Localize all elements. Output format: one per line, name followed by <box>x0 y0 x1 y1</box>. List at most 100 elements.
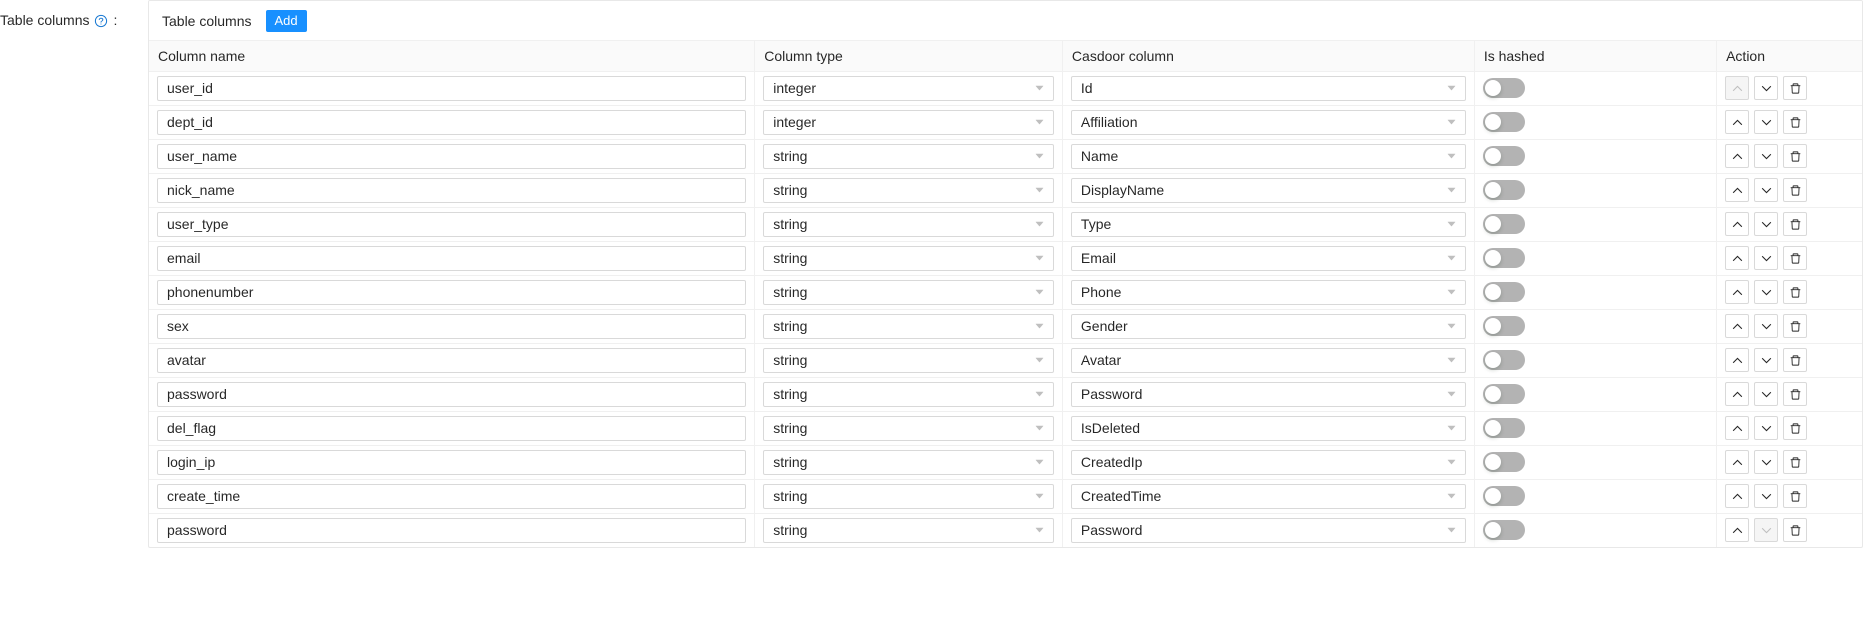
delete-row-button[interactable] <box>1783 110 1807 134</box>
delete-row-button[interactable] <box>1783 382 1807 406</box>
move-down-button[interactable] <box>1754 484 1778 508</box>
casdoor-column-select[interactable]: Type <box>1071 212 1466 237</box>
is-hashed-toggle[interactable] <box>1483 146 1525 166</box>
move-down-button[interactable] <box>1754 450 1778 474</box>
is-hashed-toggle[interactable] <box>1483 418 1525 438</box>
move-up-button[interactable] <box>1725 450 1749 474</box>
column-name-input[interactable] <box>157 314 746 339</box>
column-type-select[interactable]: string <box>763 178 1054 203</box>
casdoor-column-select[interactable]: Gender <box>1071 314 1466 339</box>
column-name-input[interactable] <box>157 382 746 407</box>
delete-row-button[interactable] <box>1783 518 1807 542</box>
column-name-input[interactable] <box>157 280 746 305</box>
column-type-select[interactable]: string <box>763 348 1054 373</box>
move-down-button[interactable] <box>1754 212 1778 236</box>
column-type-select[interactable]: string <box>763 280 1054 305</box>
question-circle-icon[interactable] <box>94 14 108 28</box>
move-up-button[interactable] <box>1725 144 1749 168</box>
column-name-input[interactable] <box>157 76 746 101</box>
move-down-button[interactable] <box>1754 110 1778 134</box>
column-name-input[interactable] <box>157 348 746 373</box>
delete-row-button[interactable] <box>1783 76 1807 100</box>
is-hashed-toggle[interactable] <box>1483 248 1525 268</box>
move-up-button[interactable] <box>1725 382 1749 406</box>
move-up-button[interactable] <box>1725 416 1749 440</box>
move-down-button[interactable] <box>1754 144 1778 168</box>
casdoor-column-select[interactable]: CreatedTime <box>1071 484 1466 509</box>
delete-row-button[interactable] <box>1783 348 1807 372</box>
casdoor-column-select[interactable]: Email <box>1071 246 1466 271</box>
column-name-input[interactable] <box>157 484 746 509</box>
move-down-button[interactable] <box>1754 280 1778 304</box>
column-type-select[interactable]: string <box>763 246 1054 271</box>
delete-row-button[interactable] <box>1783 450 1807 474</box>
column-name-input[interactable] <box>157 246 746 271</box>
delete-row-button[interactable] <box>1783 314 1807 338</box>
move-down-button[interactable] <box>1754 314 1778 338</box>
column-type-select[interactable]: string <box>763 518 1054 543</box>
casdoor-column-select[interactable]: Avatar <box>1071 348 1466 373</box>
column-name-input[interactable] <box>157 178 746 203</box>
casdoor-column-select[interactable]: DisplayName <box>1071 178 1466 203</box>
move-up-button[interactable] <box>1725 518 1749 542</box>
cell-is-hashed <box>1474 411 1716 445</box>
column-name-input[interactable] <box>157 450 746 475</box>
delete-row-button[interactable] <box>1783 484 1807 508</box>
is-hashed-toggle[interactable] <box>1483 520 1525 540</box>
casdoor-column-select[interactable]: Id <box>1071 76 1466 101</box>
column-name-input[interactable] <box>157 416 746 441</box>
delete-row-button[interactable] <box>1783 416 1807 440</box>
delete-row-button[interactable] <box>1783 212 1807 236</box>
move-up-button[interactable] <box>1725 110 1749 134</box>
move-up-button[interactable] <box>1725 246 1749 270</box>
move-up-button[interactable] <box>1725 348 1749 372</box>
casdoor-column-select[interactable]: CreatedIp <box>1071 450 1466 475</box>
column-type-select[interactable]: string <box>763 314 1054 339</box>
move-up-button[interactable] <box>1725 178 1749 202</box>
column-type-select[interactable]: string <box>763 484 1054 509</box>
move-down-button[interactable] <box>1754 382 1778 406</box>
delete-row-button[interactable] <box>1783 178 1807 202</box>
column-type-select[interactable]: integer <box>763 110 1054 135</box>
column-type-select[interactable]: string <box>763 450 1054 475</box>
column-type-select[interactable]: string <box>763 416 1054 441</box>
move-up-button[interactable] <box>1725 212 1749 236</box>
column-name-input[interactable] <box>157 144 746 169</box>
casdoor-column-select[interactable]: IsDeleted <box>1071 416 1466 441</box>
is-hashed-toggle[interactable] <box>1483 214 1525 234</box>
move-down-button[interactable] <box>1754 178 1778 202</box>
column-name-input[interactable] <box>157 518 746 543</box>
move-up-button[interactable] <box>1725 484 1749 508</box>
column-type-select[interactable]: string <box>763 212 1054 237</box>
column-type-select[interactable]: string <box>763 144 1054 169</box>
chevron-up-icon <box>1731 184 1744 197</box>
move-up-button[interactable] <box>1725 280 1749 304</box>
is-hashed-toggle[interactable] <box>1483 112 1525 132</box>
move-down-button[interactable] <box>1754 348 1778 372</box>
move-up-button[interactable] <box>1725 314 1749 338</box>
add-button[interactable]: Add <box>266 10 307 32</box>
column-name-input[interactable] <box>157 212 746 237</box>
is-hashed-toggle[interactable] <box>1483 180 1525 200</box>
column-name-input[interactable] <box>157 110 746 135</box>
move-down-button[interactable] <box>1754 76 1778 100</box>
is-hashed-toggle[interactable] <box>1483 78 1525 98</box>
casdoor-column-select[interactable]: Password <box>1071 382 1466 407</box>
move-down-button[interactable] <box>1754 416 1778 440</box>
casdoor-column-select[interactable]: Affiliation <box>1071 110 1466 135</box>
is-hashed-toggle[interactable] <box>1483 316 1525 336</box>
column-type-select[interactable]: integer <box>763 76 1054 101</box>
is-hashed-toggle[interactable] <box>1483 282 1525 302</box>
is-hashed-toggle[interactable] <box>1483 384 1525 404</box>
delete-row-button[interactable] <box>1783 280 1807 304</box>
is-hashed-toggle[interactable] <box>1483 350 1525 370</box>
is-hashed-toggle[interactable] <box>1483 486 1525 506</box>
column-type-select[interactable]: string <box>763 382 1054 407</box>
casdoor-column-select[interactable]: Name <box>1071 144 1466 169</box>
is-hashed-toggle[interactable] <box>1483 452 1525 472</box>
move-down-button[interactable] <box>1754 246 1778 270</box>
casdoor-column-select[interactable]: Phone <box>1071 280 1466 305</box>
delete-row-button[interactable] <box>1783 144 1807 168</box>
casdoor-column-select[interactable]: Password <box>1071 518 1466 543</box>
delete-row-button[interactable] <box>1783 246 1807 270</box>
